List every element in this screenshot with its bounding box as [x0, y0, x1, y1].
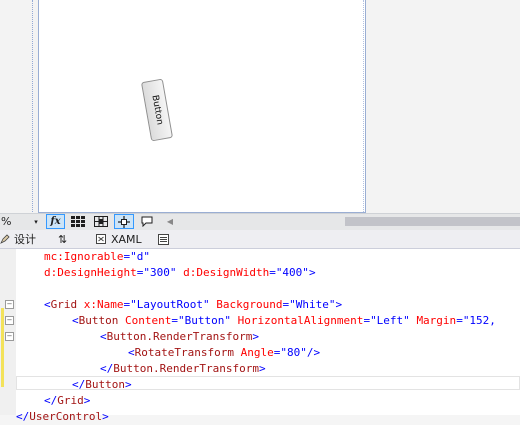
attr-name: Content: [125, 314, 172, 327]
attr-value: "LayoutRoot": [130, 298, 210, 311]
punct: =: [171, 314, 178, 327]
split-pane-icon[interactable]: [158, 230, 169, 248]
scroll-left-icon[interactable]: ◀: [165, 214, 175, 229]
code-line: </Button.RenderTransform>: [100, 361, 266, 377]
attr-value: "400": [275, 266, 309, 279]
design-canvas[interactable]: [38, 0, 366, 213]
code-line: </UserControl>: [16, 409, 109, 425]
change-indicator: [1, 308, 4, 387]
effects-toggle-button[interactable]: fx: [46, 214, 65, 229]
element-name: Button: [85, 378, 125, 391]
zoom-combo[interactable]: %: [0, 214, 30, 229]
punct: >: [308, 266, 316, 279]
code-line: mc:Ignorable="d": [44, 249, 150, 265]
attr-name: Background: [216, 298, 283, 311]
margin-guide-left: [32, 0, 33, 212]
punct: >: [335, 298, 343, 311]
code-line: </Button>: [72, 377, 132, 393]
code-line: <Button Content="Button" HorizontalAlign…: [72, 313, 496, 329]
snap-to-grid-icon[interactable]: [92, 214, 110, 229]
attr-name: x:Name: [83, 298, 124, 311]
xaml-icon: [96, 234, 106, 244]
collapse-icon[interactable]: −: [5, 332, 14, 341]
code-line: <RotateTransform Angle="80"/>: [128, 345, 320, 361]
xaml-editor[interactable]: − − − mc:Ignorable="d" d:DesignHeight="3…: [0, 249, 520, 423]
attr-name: mc:Ignorable: [44, 250, 124, 263]
punct: >: [258, 362, 266, 375]
attr-name: HorizontalAlignment: [237, 314, 364, 327]
code-line: <Grid x:Name="LayoutRoot" Background="Wh…: [44, 297, 342, 313]
code-line: <Button.RenderTransform>: [100, 329, 259, 345]
punct: </: [16, 410, 30, 423]
attr-value: "80": [280, 346, 307, 359]
tab-xaml-label: XAML: [111, 232, 142, 246]
collapse-icon[interactable]: −: [5, 316, 14, 325]
punct: </: [72, 378, 86, 391]
punct: >: [102, 410, 109, 423]
code-line: </Grid>: [44, 393, 90, 409]
attr-value: "Button": [177, 314, 231, 327]
grid-icon[interactable]: [69, 214, 87, 229]
punct: <: [44, 298, 51, 311]
chevron-down-icon[interactable]: ▾: [30, 214, 42, 229]
attr-name: d:DesignHeight: [44, 266, 137, 279]
attr-name: Angle: [240, 346, 274, 359]
attr-value: "White": [289, 298, 336, 311]
punct: >: [125, 378, 132, 391]
element-name: RotateTransform: [134, 346, 234, 359]
horizontal-scrollbar-thumb[interactable]: [345, 217, 520, 226]
tab-design-label: 设计: [14, 233, 36, 246]
element-name: Button: [78, 314, 119, 327]
view-tabs: 设计 ⇅ XAML: [0, 230, 520, 249]
design-icon: [0, 234, 10, 244]
design-surface: Button: [0, 0, 520, 213]
annotation-icon[interactable]: [138, 214, 156, 229]
punct: />: [306, 346, 321, 359]
punct: <: [128, 346, 135, 359]
element-name: Button.RenderTransform: [106, 330, 253, 343]
attr-name: Margin: [416, 314, 457, 327]
collapse-icon[interactable]: −: [5, 300, 14, 309]
punct: >: [252, 330, 259, 343]
element-name: Grid: [57, 394, 84, 407]
element-name: UserControl: [29, 410, 103, 423]
punct: <: [100, 330, 107, 343]
tab-design[interactable]: 设计: [0, 230, 36, 248]
attr-value: "152,: [462, 314, 496, 327]
punct: =: [269, 266, 276, 279]
margin-guide-right: [363, 0, 364, 212]
attr-value: "300": [143, 266, 177, 279]
rotated-button-label: Button: [149, 94, 165, 126]
punct: </: [44, 394, 58, 407]
punct: =: [456, 314, 463, 327]
punct: >: [83, 394, 91, 407]
punct: </: [100, 362, 114, 375]
tab-xaml[interactable]: XAML: [96, 230, 142, 248]
attr-name: d:DesignWidth: [183, 266, 270, 279]
element-name: Button.RenderTransform: [113, 362, 259, 375]
designer-toolbar: % ▾ fx ◀: [0, 213, 520, 230]
swap-panes-icon[interactable]: ⇅: [58, 230, 67, 248]
attr-value: "d": [130, 250, 150, 263]
code-line: d:DesignHeight="300" d:DesignWidth="400"…: [44, 265, 316, 281]
snaplines-icon[interactable]: [114, 214, 134, 229]
punct: <: [72, 314, 79, 327]
element-name: Grid: [50, 298, 78, 311]
attr-value: "Left": [370, 314, 410, 327]
